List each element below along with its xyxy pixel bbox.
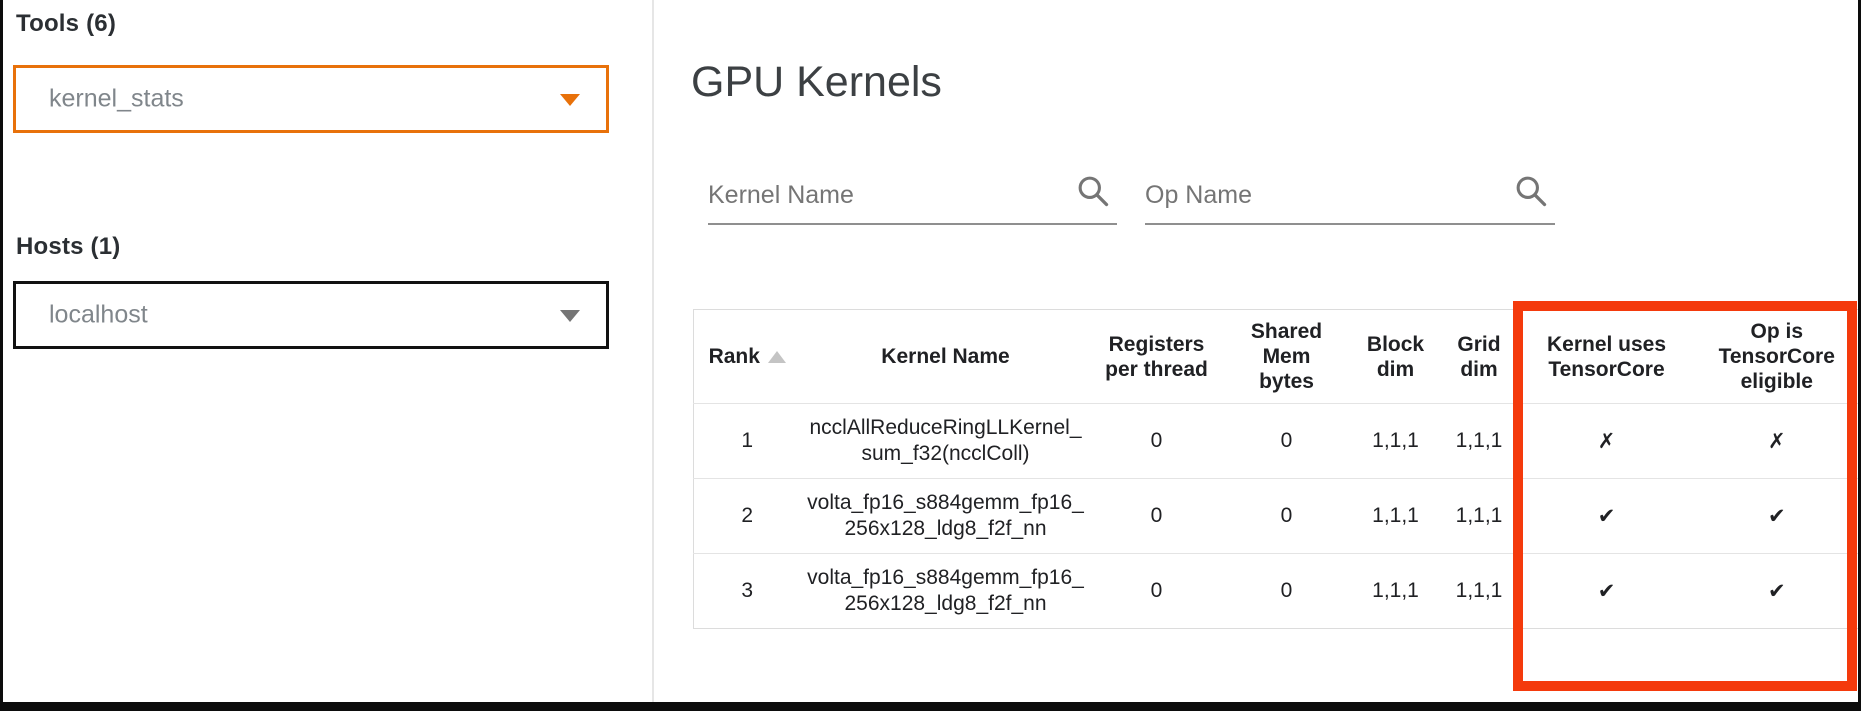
search-icon (1075, 173, 1111, 209)
kernel-name-filter-field (708, 163, 1117, 225)
column-header-shared-mem-bytes[interactable]: Shared Mem bytes (1223, 310, 1351, 404)
tools-select-value: kernel_stats (49, 85, 184, 114)
registers-per-thread-cell: 0 (1091, 554, 1223, 629)
kernel-uses-tensorcore-cell: ✔ (1518, 479, 1696, 554)
column-header-block-dim[interactable]: Block dim (1351, 310, 1441, 404)
block-dim-cell: 1,1,1 (1351, 479, 1441, 554)
grid-dim-cell: 1,1,1 (1441, 554, 1518, 629)
column-header-grid-dim[interactable]: Grid dim (1441, 310, 1518, 404)
table-row: 1 ncclAllReduceRingLLKernel_sum_f32(nccl… (694, 404, 1859, 479)
kernel-uses-tensorcore-cell: ✗ (1518, 404, 1696, 479)
table-row: 2 volta_fp16_s884gemm_fp16_256x128_ldg8_… (694, 479, 1859, 554)
column-header-kernel-name[interactable]: Kernel Name (801, 310, 1091, 404)
window-border-left (0, 0, 3, 711)
kernel-name-cell: ncclAllReduceRingLLKernel_sum_f32(ncclCo… (801, 404, 1091, 479)
tools-label: Tools (6) (16, 10, 116, 38)
column-header-rank[interactable]: Rank (694, 310, 801, 404)
shared-mem-bytes-cell: 0 (1223, 554, 1351, 629)
hosts-label: Hosts (1) (16, 233, 120, 261)
sidebar: Tools (6) kernel_stats Hosts (1) localho… (3, 0, 652, 702)
kernel-name-cell: volta_fp16_s884gemm_fp16_256x128_ldg8_f2… (801, 554, 1091, 629)
rank-cell: 3 (694, 554, 801, 629)
grid-dim-cell: 1,1,1 (1441, 479, 1518, 554)
registers-per-thread-cell: 0 (1091, 404, 1223, 479)
table-row: 3 volta_fp16_s884gemm_fp16_256x128_ldg8_… (694, 554, 1859, 629)
hosts-select-value: localhost (49, 301, 148, 330)
gpu-kernels-table: Rank Kernel Name Registers per thread Sh… (693, 309, 1859, 629)
column-header-registers-per-thread[interactable]: Registers per thread (1091, 310, 1223, 404)
kernel-name-cell: volta_fp16_s884gemm_fp16_256x128_ldg8_f2… (801, 479, 1091, 554)
op-tensorcore-eligible-cell: ✔ (1696, 554, 1859, 629)
sidebar-divider (652, 0, 654, 702)
kernel-name-filter-input[interactable] (708, 175, 1117, 215)
rank-cell: 2 (694, 479, 801, 554)
page-title: GPU Kernels (691, 58, 942, 107)
op-tensorcore-eligible-cell: ✗ (1696, 404, 1859, 479)
chevron-down-icon (560, 310, 580, 322)
kernel-uses-tensorcore-cell: ✔ (1518, 554, 1696, 629)
column-header-op-tensorcore-eligible[interactable]: Op is TensorCore eligible (1696, 310, 1859, 404)
block-dim-cell: 1,1,1 (1351, 554, 1441, 629)
window-border-bottom (0, 702, 1861, 711)
profiler-kernel-stats-page: Tools (6) kernel_stats Hosts (1) localho… (0, 0, 1861, 711)
search-icon (1513, 173, 1549, 209)
op-name-filter-input[interactable] (1145, 175, 1555, 215)
op-tensorcore-eligible-cell: ✔ (1696, 479, 1859, 554)
block-dim-cell: 1,1,1 (1351, 404, 1441, 479)
registers-per-thread-cell: 0 (1091, 479, 1223, 554)
table-header-row: Rank Kernel Name Registers per thread Sh… (694, 310, 1859, 404)
op-name-filter-field (1145, 163, 1555, 225)
tools-select[interactable]: kernel_stats (13, 65, 609, 133)
shared-mem-bytes-cell: 0 (1223, 479, 1351, 554)
hosts-select[interactable]: localhost (13, 281, 609, 349)
shared-mem-bytes-cell: 0 (1223, 404, 1351, 479)
column-header-kernel-uses-tensorcore[interactable]: Kernel uses TensorCore (1518, 310, 1696, 404)
sort-ascending-icon (768, 351, 786, 363)
chevron-down-icon (560, 94, 580, 106)
grid-dim-cell: 1,1,1 (1441, 404, 1518, 479)
rank-cell: 1 (694, 404, 801, 479)
